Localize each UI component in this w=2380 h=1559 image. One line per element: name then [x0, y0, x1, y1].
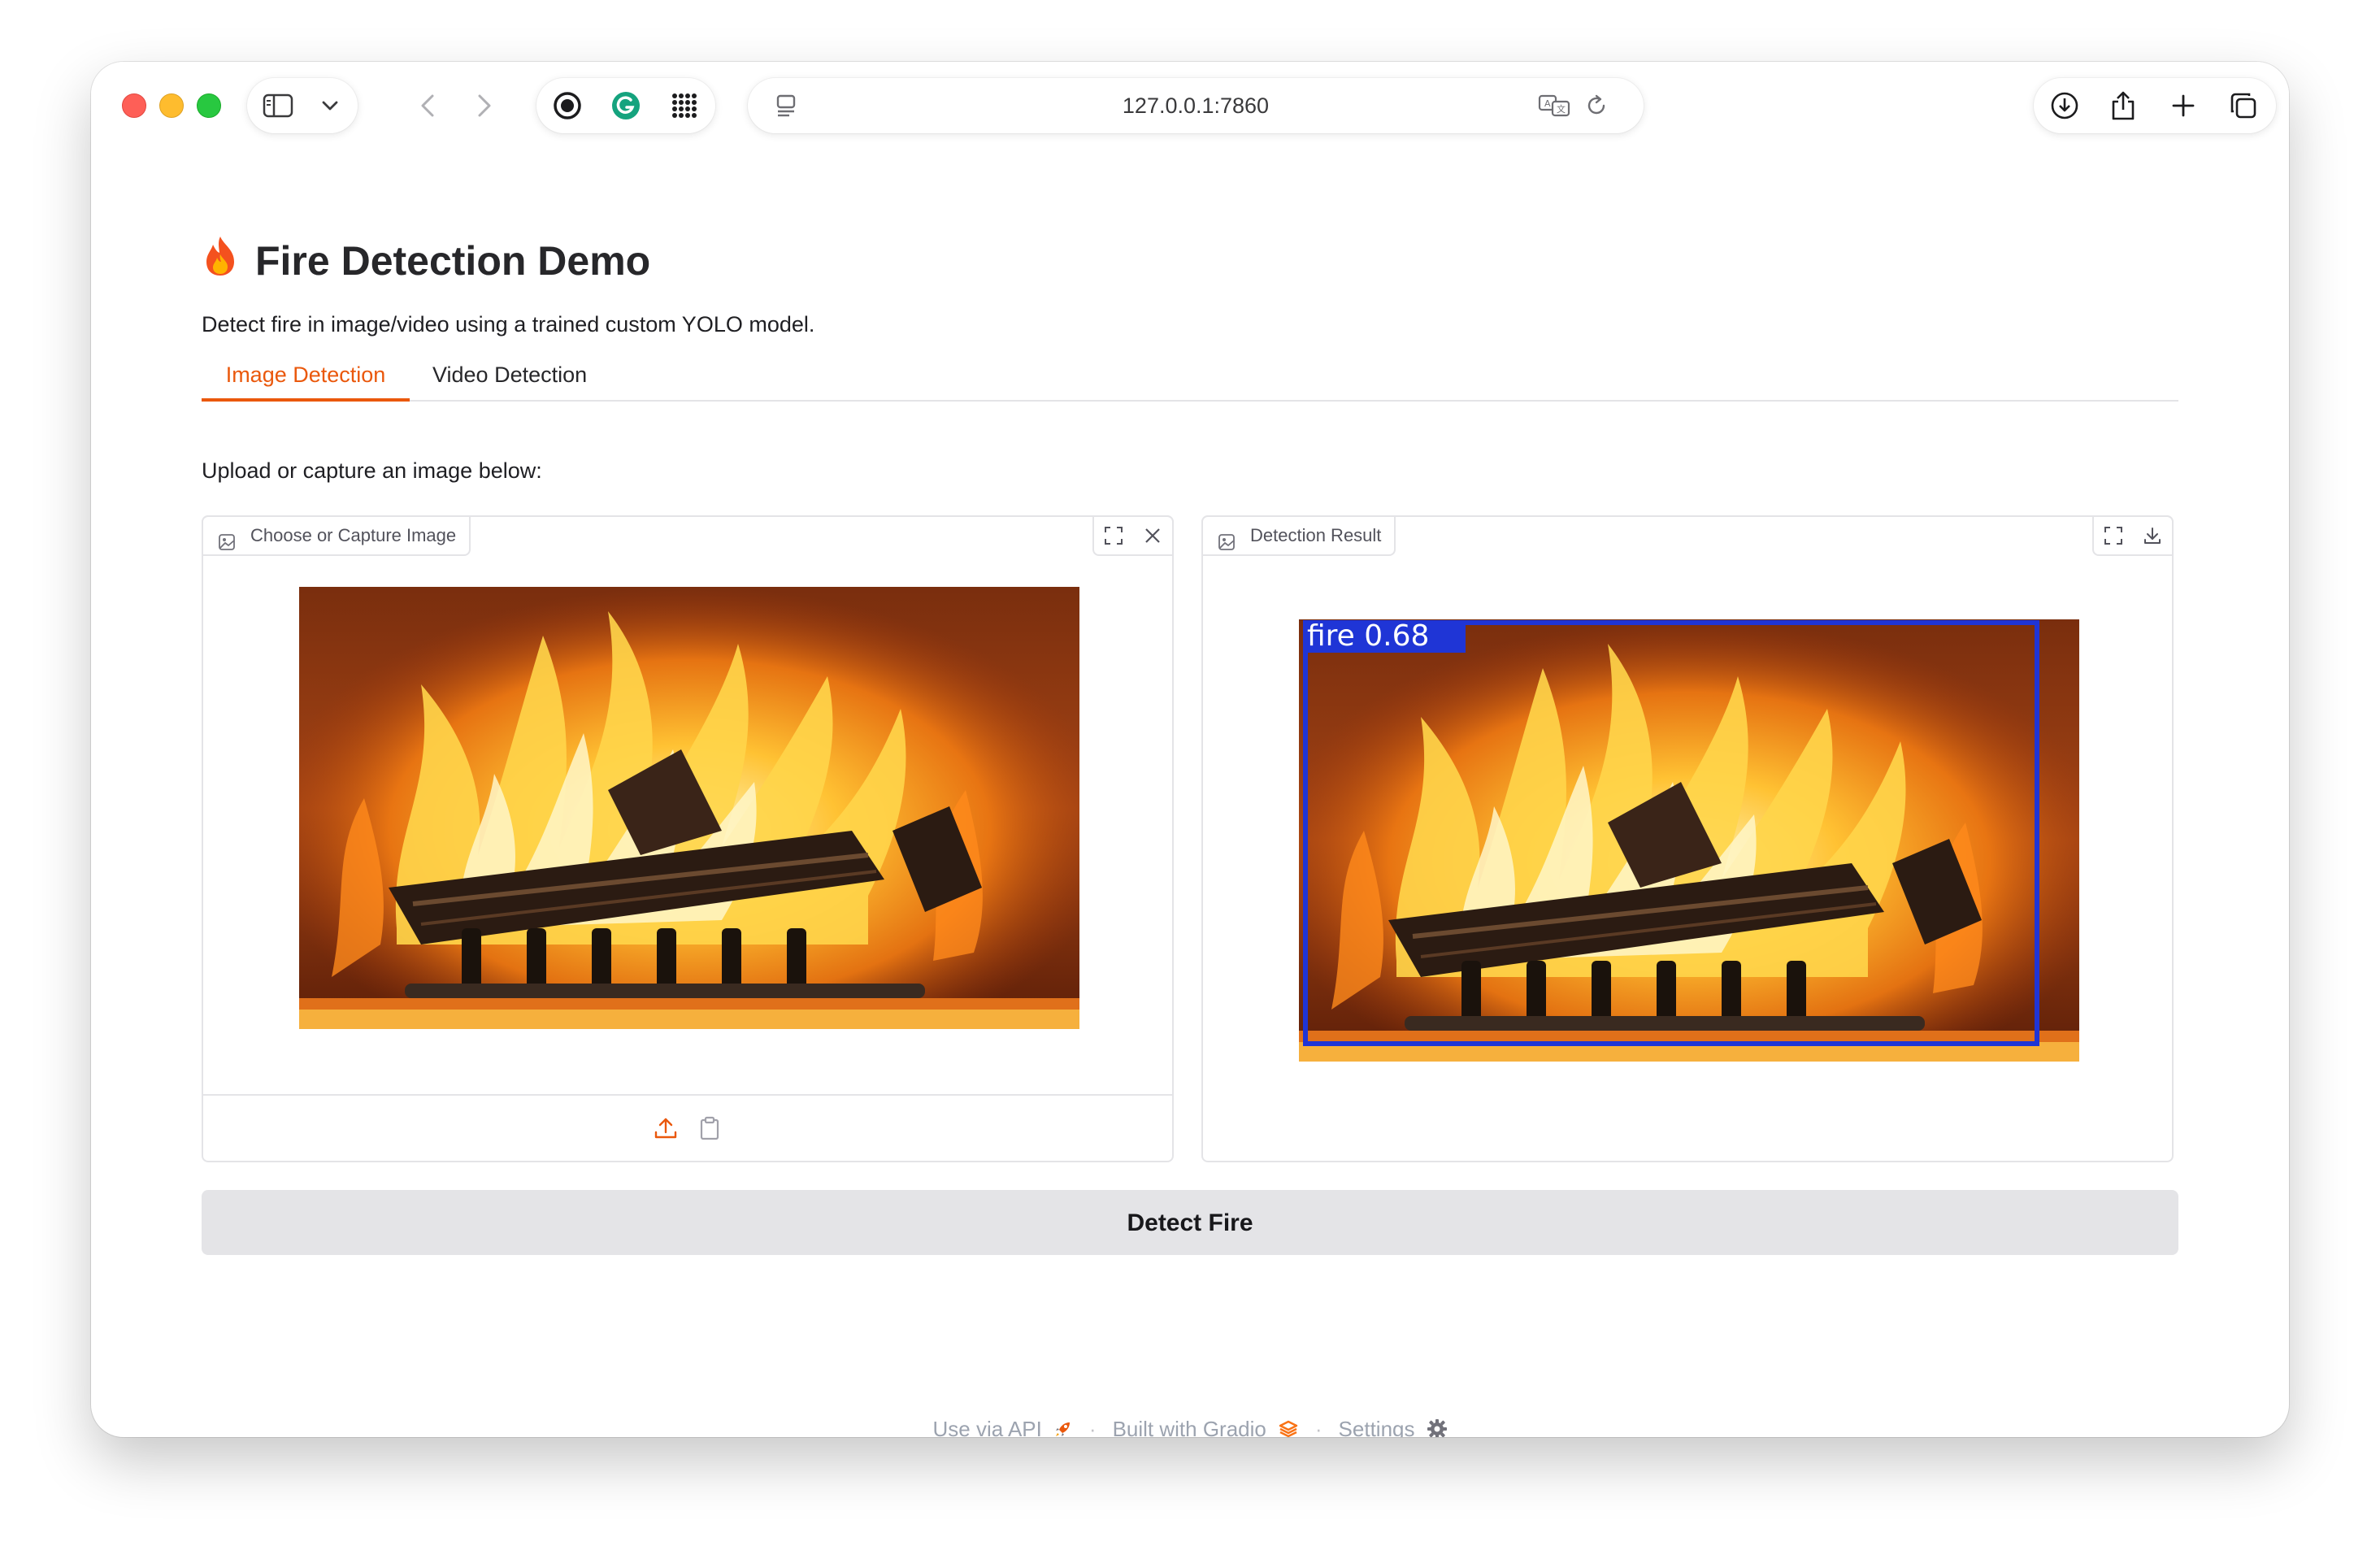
tab-bar: Image Detection Video Detection [202, 354, 2178, 402]
image-icon [1218, 527, 1236, 564]
output-panel-label: Detection Result [1201, 515, 1396, 556]
browser-window: 127.0.0.1:7860 A文 Fire Detection Demo De… [91, 62, 2289, 1437]
minimize-window-button[interactable] [159, 93, 184, 118]
gradio-app: Fire Detection Demo Detect fire in image… [91, 151, 2289, 1437]
upload-prompt: Upload or capture an image below: [202, 458, 542, 483]
tab-video-detection[interactable]: Video Detection [432, 354, 587, 400]
address-bar[interactable]: 127.0.0.1:7860 A文 [748, 78, 1644, 133]
browser-toolbar: 127.0.0.1:7860 A文 [91, 62, 2289, 151]
image-icon [218, 527, 236, 564]
gradio-logo-icon [1278, 1419, 1299, 1437]
output-image-panel: Detection Result fire 0.68 [1201, 515, 2174, 1162]
upload-icon[interactable] [651, 1112, 680, 1144]
close-window-button[interactable] [122, 93, 146, 118]
new-tab-icon[interactable] [2156, 78, 2211, 133]
output-panel-actions [2092, 515, 2174, 556]
extensions-group [536, 78, 715, 133]
back-icon[interactable] [400, 78, 455, 133]
chevron-down-icon[interactable] [302, 78, 358, 133]
rocket-icon [1053, 1419, 1073, 1437]
forward-icon[interactable] [457, 78, 512, 133]
page-title-text: Fire Detection Demo [255, 238, 651, 284]
record-icon[interactable] [540, 78, 595, 133]
page-title: Fire Detection Demo [202, 232, 650, 289]
svg-text:文: 文 [1557, 103, 1566, 115]
download-icon[interactable] [2037, 78, 2092, 133]
footer-separator: · [1314, 1416, 1322, 1438]
app-description: Detect fire in image/video using a train… [202, 312, 815, 337]
tabs-overview-icon[interactable] [2216, 78, 2271, 133]
grammarly-icon[interactable] [598, 78, 654, 133]
browser-actions-group [2034, 78, 2276, 133]
detection-result-image: fire 0.68 [1299, 619, 2079, 1062]
reload-icon[interactable] [1569, 78, 1624, 133]
fullscreen-icon[interactable] [2094, 517, 2133, 554]
svg-text:A: A [1544, 98, 1551, 109]
input-source-bar [203, 1094, 1172, 1161]
input-fire-image [299, 587, 1079, 1029]
input-panel-label: Choose or Capture Image [202, 515, 471, 556]
output-panel-label-text: Detection Result [1250, 525, 1382, 545]
detection-label: fire 0.68 [1307, 619, 1429, 653]
tab-image-detection[interactable]: Image Detection [202, 354, 410, 402]
settings-link[interactable]: Settings [1339, 1417, 1415, 1438]
sidebar-icon[interactable] [250, 78, 306, 133]
use-via-api-link[interactable]: Use via API [932, 1417, 1041, 1438]
fire-emoji-icon [202, 235, 239, 287]
built-with-gradio-link[interactable]: Built with Gradio [1113, 1417, 1266, 1438]
zoom-window-button[interactable] [197, 93, 221, 118]
sidebar-control-group [247, 78, 358, 133]
clipboard-icon[interactable] [695, 1112, 724, 1144]
gradio-footer: Use via API · Built with Gradio · Settin… [91, 1409, 2289, 1437]
input-image-panel[interactable]: Choose or Capture Image [202, 515, 1174, 1162]
input-panel-actions [1092, 515, 1174, 556]
gear-icon [1427, 1418, 1448, 1437]
input-panel-label-text: Choose or Capture Image [250, 525, 457, 545]
share-icon[interactable] [2096, 78, 2151, 133]
fullscreen-icon[interactable] [1094, 517, 1133, 554]
clear-image-icon[interactable] [1133, 517, 1172, 554]
footer-separator: · [1088, 1416, 1097, 1438]
apps-grid-icon[interactable] [657, 78, 712, 133]
url-text[interactable]: 127.0.0.1:7860 [748, 78, 1644, 133]
detect-fire-button[interactable]: Detect Fire [202, 1190, 2178, 1255]
download-result-icon[interactable] [2133, 517, 2172, 554]
